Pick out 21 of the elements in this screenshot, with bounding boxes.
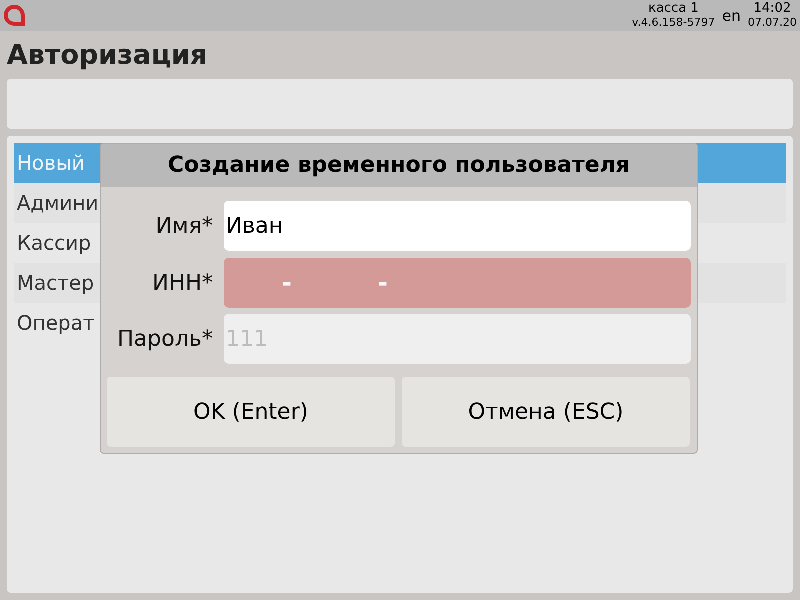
cancel-button[interactable]: Отмена (ESC): [402, 377, 690, 447]
language-indicator[interactable]: en: [722, 6, 742, 24]
logo-icon: [4, 5, 25, 26]
clock-time: 14:02: [754, 2, 792, 16]
clock-date: 07.07.20: [748, 16, 797, 30]
dialog-title: Создание временного пользователя: [101, 144, 697, 187]
user-name: Мастер: [17, 271, 94, 295]
page-title: Авторизация: [6, 39, 209, 73]
ok-button[interactable]: OK (Enter): [107, 377, 395, 447]
mask-separator: -: [282, 269, 292, 297]
register-name: касса 1: [648, 2, 699, 16]
user-name: Админи: [17, 191, 99, 215]
field-label: Имя*: [154, 214, 213, 238]
user-name: Кассир: [17, 231, 92, 255]
user-name: Новый: [17, 151, 85, 175]
input-field[interactable]: Иван: [224, 201, 691, 251]
field-label: ИНН*: [151, 270, 213, 296]
user-name: Операт: [17, 311, 95, 335]
version-text: v.4.6.158-5797: [632, 16, 716, 30]
mask-separator: -: [378, 269, 388, 297]
field-label: Пароль*: [116, 326, 213, 352]
